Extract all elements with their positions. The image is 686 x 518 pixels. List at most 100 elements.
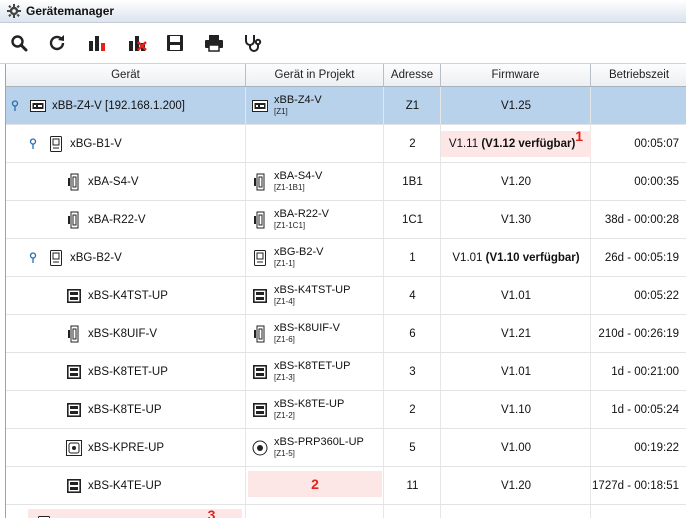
save-icon[interactable]: [162, 30, 188, 56]
device-cell: xBG-B2-V: [6, 239, 246, 276]
table-row[interactable]: xBG-B2-V xBG-B2-V [Z1-1] 1 V1.01 (V1.10 verf…: [6, 239, 686, 277]
firmware-version: V1.10: [500, 403, 532, 416]
table-row[interactable]: xBS-K8TE-UP xBS-K8TE-UP [Z1-2] 2 V1.10 1d - 0…: [6, 391, 686, 429]
address-cell: 11: [384, 467, 441, 504]
column-header-device[interactable]: Gerät: [6, 64, 246, 86]
address-cell: 20: [384, 505, 441, 518]
uptime-cell: 00:05:07: [591, 125, 686, 162]
project-device-cell: xBS-K4TST-UP [Z1-4]: [246, 277, 384, 314]
device-name: xBB-Z4-V [192.168.1.200]: [52, 99, 185, 112]
switch-icon: [66, 287, 82, 305]
table-row[interactable]: xBS-K4TST-UP xBS-K4TST-UP [Z1-4] 4 V1.01 00:0…: [6, 277, 686, 315]
table-row[interactable]: xBS-K8UIF-V xBS-K8UIF-V [Z1-6] 6 V1.21 210d -…: [6, 315, 686, 353]
uptime-cell: 00:19:22: [591, 429, 686, 466]
device-cell: xBG-EO1-D (Nicht gefunden)3: [28, 507, 242, 518]
table-row[interactable]: xBA-R22-V xBA-R22-V [Z1-1C1] 1C1 V1.30 38d - …: [6, 201, 686, 239]
firmware-version: V1.20: [500, 175, 532, 188]
address-value: 5: [409, 441, 416, 454]
device-cell: xBA-R22-V: [6, 201, 246, 238]
switch-icon: [252, 401, 268, 419]
firmware-version: V1.11: [448, 138, 479, 150]
table-row[interactable]: xBS-KPRE-UP xBS-PRP360L-UP [Z1-5] 5 V1.00 00:…: [6, 429, 686, 467]
project-device-zone: [Z1]: [274, 106, 288, 116]
switch-icon: [66, 477, 82, 495]
table-row[interactable]: xBS-K4TE-UP 2 11 V1.20 1727d - 00:18:51: [6, 467, 686, 505]
device-cell: xBS-KPRE-UP: [6, 429, 246, 466]
device-name: xBS-K8TET-UP: [88, 365, 168, 378]
address-value: 3: [409, 365, 416, 378]
column-header-project-device[interactable]: Gerät in Projekt: [246, 64, 384, 86]
firmware-update-available: (V1.10 verfügbar): [485, 251, 580, 264]
switch-icon: [252, 287, 268, 305]
table-header: Gerät Gerät in Projekt Adresse Firmware …: [6, 64, 686, 87]
uptime-value: 210d - 00:26:19: [598, 327, 679, 340]
actuator-icon: [66, 325, 82, 343]
project-device-cell: xBS-K8UIF-V [Z1-6]: [246, 315, 384, 352]
uptime-value: 00:05:22: [634, 289, 679, 302]
device-name: xBG-B1-V: [70, 137, 122, 150]
address-value: 2: [409, 403, 416, 416]
toolbar: [0, 23, 686, 64]
tree-expander-icon[interactable]: [28, 251, 38, 265]
uptime-value: 00:00:35: [634, 175, 679, 188]
project-device-cell: xBS-PRP360L-UP [Z1-5]: [246, 429, 384, 466]
address-cell: 3: [384, 353, 441, 390]
firmware-cell: V1.00: [441, 429, 591, 466]
project-device-cell: xBA-R22-V [Z1-1C1]: [246, 201, 384, 238]
project-device-name: xBG-B2-V: [274, 245, 324, 258]
column-header-address[interactable]: Adresse: [384, 64, 441, 86]
project-device-cell: xBB-Z4-V [Z1]: [246, 87, 384, 124]
actuator-icon: [252, 173, 268, 191]
device-cell: xBB-Z4-V [192.168.1.200]: [6, 87, 246, 124]
device-cell: xBA-S4-V: [6, 163, 246, 200]
server-icon: [30, 97, 46, 115]
project-device-label: xBS-K8UIF-V [Z1-6]: [274, 322, 340, 345]
project-device-cell: xBA-S4-V [Z1-1B1]: [246, 163, 384, 200]
project-device-name: xBA-R22-V: [274, 207, 330, 220]
firmware-version: V1.01: [500, 289, 532, 302]
device-name: xBS-K8TE-UP: [88, 403, 162, 416]
annotation-marker: 2: [311, 476, 319, 492]
address-cell: 1C1: [384, 201, 441, 238]
project-device-cell: [246, 125, 384, 162]
table-row[interactable]: xBG-B1-V 2 V1.11 (V1.12 verfügbar) 1 00:05:0…: [6, 125, 686, 163]
device-name: xBS-K8UIF-V: [88, 327, 158, 340]
switch-icon: [66, 363, 82, 381]
uptime-value: 00:05:07: [634, 137, 679, 150]
tree-expander-icon[interactable]: [28, 137, 38, 151]
table-row[interactable]: xBS-K8TET-UP xBS-K8TET-UP [Z1-3] 3 V1.01 1d -…: [6, 353, 686, 391]
server-icon: [252, 97, 268, 115]
print-icon[interactable]: [201, 30, 227, 56]
tree-expander-icon[interactable]: [10, 99, 20, 113]
title-bar: Gerätemanager: [0, 0, 686, 23]
table-row[interactable]: xBA-S4-V xBA-S4-V [Z1-1B1] 1B1 V1.20 00:00:35: [6, 163, 686, 201]
chart-icon[interactable]: [84, 30, 110, 56]
project-device-label: xBS-PRP360L-UP [Z1-5]: [274, 436, 364, 459]
table-row[interactable]: xBB-Z4-V [192.168.1.200] xBB-Z4-V [Z1] Z1 V1…: [6, 87, 686, 125]
uptime-value: 1d - 00:21:00: [611, 365, 679, 378]
actuator-icon: [66, 211, 82, 229]
presence-sensor-icon: [66, 439, 82, 457]
project-device-name: xBB-Z4-V: [274, 93, 322, 106]
column-header-firmware[interactable]: Firmware: [441, 64, 591, 86]
address-cell: 1B1: [384, 163, 441, 200]
device-name: xBS-KPRE-UP: [88, 441, 165, 454]
firmware-update-available: (V1.12 verfügbar): [481, 138, 576, 150]
project-device-label: xBB-Z4-V [Z1]: [274, 93, 322, 117]
project-device-zone: [Z1-1C1]: [274, 220, 306, 230]
firmware-cell: V1.01 (V1.10 verfügbar): [441, 239, 591, 276]
device-cell: xBS-K8TET-UP: [6, 353, 246, 390]
table-row[interactable]: xBG-EO1-D (Nicht gefunden)3 20V1.1200:12:…: [6, 505, 686, 518]
actuator-icon: [66, 173, 82, 191]
chart-delete-icon[interactable]: [124, 30, 150, 56]
project-device-name: xBS-K8TE-UP: [274, 397, 345, 410]
refresh-icon[interactable]: [44, 30, 70, 56]
project-device-zone: [Z1-5]: [274, 448, 295, 458]
diagnostics-icon[interactable]: [240, 30, 266, 56]
uptime-cell: 38d - 00:00:28: [591, 201, 686, 238]
column-header-uptime[interactable]: Betriebszeit: [591, 64, 686, 86]
search-icon[interactable]: [6, 30, 32, 56]
address-value: 6: [409, 327, 416, 340]
project-device-label: xBA-R22-V [Z1-1C1]: [274, 207, 330, 231]
device-cell: xBG-B1-V: [6, 125, 246, 162]
